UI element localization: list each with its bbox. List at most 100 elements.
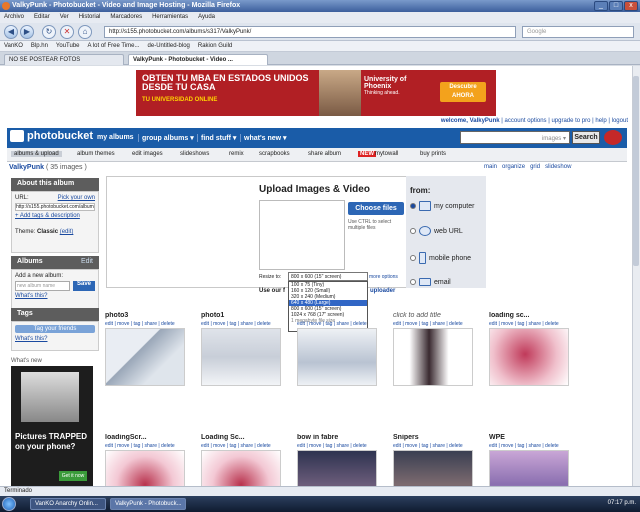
thumb-image[interactable] [201,450,281,486]
stop-icon[interactable]: ✕ [60,25,74,39]
view-grid[interactable]: grid [530,164,540,170]
radio-selected-icon[interactable] [410,203,416,209]
albums-edit-link[interactable]: Edit [81,258,93,265]
theme-edit-link[interactable]: (edit) [60,229,74,235]
thumb-actions[interactable]: edit | move | tag | share | delete [393,443,475,450]
account-options-link[interactable]: account options [505,118,547,124]
radio-icon[interactable] [410,255,416,261]
thumb-title[interactable]: WPE [489,434,571,443]
ad-cta-button[interactable]: Descubre AHORA [440,82,486,102]
thumb-title[interactable]: click to add title [393,312,475,321]
taskbar-item-firefox[interactable]: ValkyPunk - Photobuck... [110,498,186,510]
thumb-title[interactable]: loadingScr... [105,434,187,443]
taskbar-item-vanko[interactable]: VanKO Anarchy Onlin... [30,498,106,510]
subnav-albums-upload[interactable]: albums & upload [11,151,62,157]
nav-whats-new[interactable]: what's new ▾ [240,134,290,142]
thumb-image[interactable] [105,450,185,486]
thumb-image[interactable] [393,328,473,386]
radio-icon[interactable] [410,228,416,234]
choose-files-button[interactable]: Choose files [348,202,404,215]
forward-arrow-icon[interactable]: ▶ [20,25,34,39]
save-album-button[interactable]: Save [73,281,95,291]
promo-button[interactable]: Get it now [59,471,87,481]
resize-select[interactable]: 800 x 600 (15" screen) [288,272,368,281]
minimize-button[interactable]: _ [594,1,608,11]
back-arrow-icon[interactable]: ◀ [4,25,18,39]
tab-photobucket[interactable]: ValkyPunk - Photobucket - Video ... [128,54,268,65]
bookmark-item[interactable]: A lot of Free Time... [88,43,140,49]
view-slideshow[interactable]: slideshow [545,164,571,170]
bookmark-item[interactable]: YouTube [56,43,80,49]
thumb-image[interactable] [393,450,473,486]
nav-group-albums[interactable]: group albums ▾ [138,134,197,142]
search-button[interactable]: Search [572,131,600,144]
thumb-title[interactable]: photo1 [201,312,283,321]
thumb-title[interactable]: photo3 [105,312,187,321]
thumb-image[interactable] [201,328,281,386]
thumb-title[interactable]: Snipers [393,434,475,443]
thumb-image[interactable] [489,328,569,386]
nav-find-stuff[interactable]: find stuff ▾ [197,134,239,142]
album-name[interactable]: ValkyPunk [9,164,44,171]
menu-editar[interactable]: Editar [34,14,50,21]
add-tags-link[interactable]: + Add tags & description [15,213,95,219]
nav-my-albums[interactable]: my albums [94,134,137,141]
menu-ayuda[interactable]: Ayuda [198,14,215,21]
bookmark-item[interactable]: VanKO [4,43,23,49]
menu-herramientas[interactable]: Herramientas [152,14,188,21]
address-bar[interactable]: http://s155.photobucket.com/albums/s317/… [104,26,516,38]
bookmark-item[interactable]: de-Untitled-blog [148,43,190,49]
subnav-slideshows[interactable]: slideshows [180,151,209,157]
thumb-title[interactable]: loading sc... [489,312,571,321]
upload-dropbox[interactable] [259,200,345,270]
thumb-actions[interactable]: edit | move | tag | share | delete [393,321,475,328]
source-web-url[interactable]: web URL [410,226,463,236]
view-main[interactable]: main [484,164,497,170]
tab-no-se-postear[interactable]: NO SE POSTEAR FOTOS [4,54,124,65]
more-options-link[interactable]: more options [369,274,398,280]
help-link[interactable]: help [595,118,606,124]
new-album-input[interactable]: new album name [15,281,70,291]
source-my-computer[interactable]: my computer [410,201,474,211]
tags-whats-this-link[interactable]: What's this? [15,336,95,342]
thumb-actions[interactable]: edit | move | tag | share | delete [489,321,571,328]
whats-this-link[interactable]: What's this? [15,293,95,299]
menu-historial[interactable]: Historial [79,14,101,21]
menu-ver[interactable]: Ver [60,14,69,21]
thumb-actions[interactable]: edit | move | tag | share | delete [105,443,187,450]
tag-friends-button[interactable]: Tag your friends [15,325,95,333]
upgrade-link[interactable]: upgrade to pro [551,118,590,124]
thumb-title[interactable] [297,312,379,321]
reload-icon[interactable]: ↻ [42,25,56,39]
menu-archivo[interactable]: Archivo [4,14,24,21]
thumb-image[interactable] [297,328,377,386]
thumb-actions[interactable]: edit | move | tag | share | delete [297,443,379,450]
subnav-scrapbooks[interactable]: scrapbooks [259,151,290,157]
thumb-actions[interactable]: edit | move | tag | share | delete [201,321,283,328]
photobucket-search-input[interactable]: images ▾ [460,131,570,144]
thumb-actions[interactable]: edit | move | tag | share | delete [489,443,571,450]
advertisement-banner[interactable]: OBTEN TU MBA EN ESTADOS UNIDOS DESDE TU … [136,70,496,116]
subnav-mytowall[interactable]: mytowall [375,151,398,157]
bookmark-item[interactable]: Blp.hn [31,43,48,49]
home-icon[interactable]: ⌂ [78,25,92,39]
view-organize[interactable]: organize [502,164,525,170]
subnav-buy-prints[interactable]: buy prints [420,151,446,157]
uploader-link[interactable]: uploader [370,288,395,294]
subnav-remix[interactable]: remix [229,151,244,157]
maximize-button[interactable]: □ [609,1,623,11]
source-email[interactable]: email [410,278,451,286]
promo-ad[interactable]: Pictures TRAPPED on your phone? Get it n… [11,366,93,486]
thumb-image[interactable] [297,450,377,486]
subnav-edit-images[interactable]: edit images [132,151,163,157]
logout-link[interactable]: logout [612,118,628,124]
thumb-actions[interactable]: edit | move | tag | share | delete [105,321,187,328]
album-url-field[interactable]: http://s155.photobucket.com/album [15,203,95,211]
thumb-image[interactable] [489,450,569,486]
bookmark-item[interactable]: Rakion Guild [198,43,232,49]
subnav-share-album[interactable]: share album [308,151,341,157]
thumb-title[interactable]: Loading Sc... [201,434,283,443]
photobucket-logo[interactable]: photobucket [10,130,93,143]
scrollbar-thumb[interactable] [633,76,639,266]
close-button[interactable]: x [624,1,638,11]
